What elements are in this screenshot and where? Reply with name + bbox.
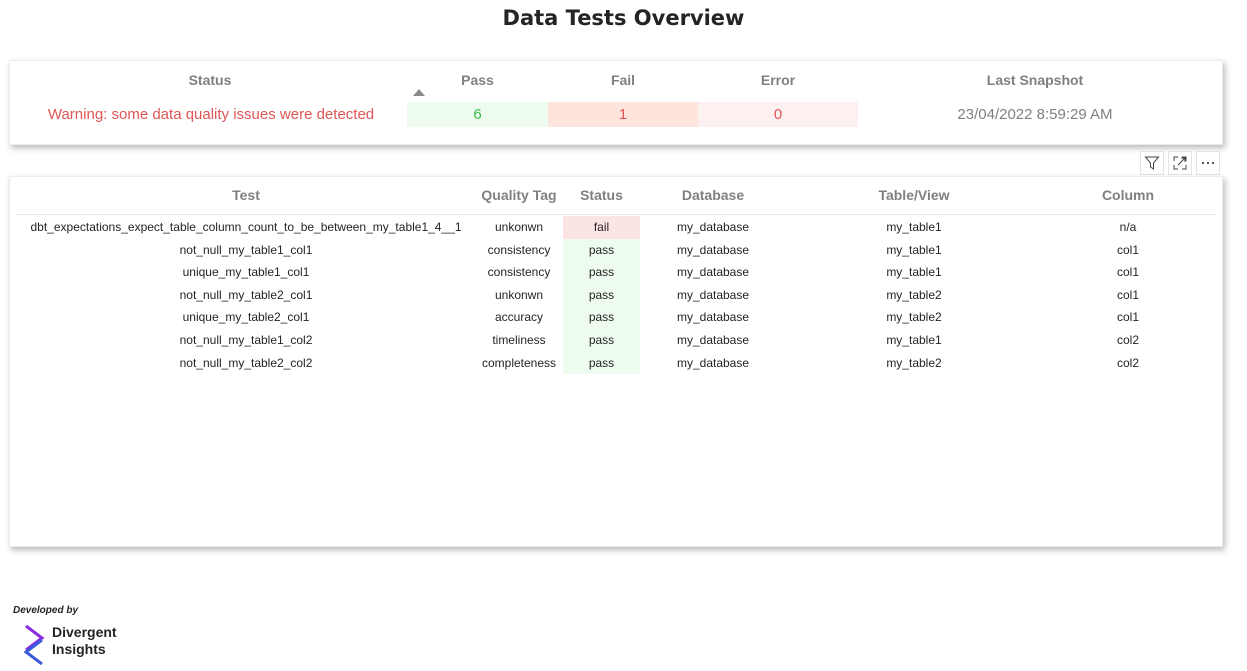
cell-test: not_null_my_table1_col1: [179, 242, 313, 257]
brand-name: Divergent Insights: [52, 624, 117, 658]
cell-column: col2: [1116, 332, 1139, 347]
cell-status: fail: [563, 216, 640, 239]
tests-table-card: Test Quality Tag Status Database Table/V…: [9, 176, 1223, 547]
table-row[interactable]: not_null_my_table2_col2 completeness pas…: [10, 351, 1222, 375]
cell-table-view: my_table2: [886, 287, 942, 302]
cell-quality-tag: consistency: [487, 265, 551, 280]
cell-status: pass: [563, 351, 640, 375]
cell-quality-tag: accuracy: [494, 310, 544, 325]
brand-line-2: Insights: [52, 641, 106, 657]
developed-by-label: Developed by: [13, 605, 79, 616]
cell-status: pass: [563, 328, 640, 352]
table-row[interactable]: unique_my_table1_col1 consistency pass m…: [10, 261, 1222, 284]
table-row[interactable]: not_null_my_table1_col1 consistency pass…: [10, 238, 1222, 262]
cell-column: col1: [1116, 287, 1139, 302]
cell-test: dbt_expectations_expect_table_column_cou…: [30, 220, 462, 234]
cell-database: my_database: [676, 355, 750, 370]
table-row[interactable]: dbt_expectations_expect_table_column_cou…: [10, 216, 1222, 239]
brand-line-1: Divergent: [52, 624, 117, 640]
focus-mode-icon[interactable]: [1168, 151, 1192, 175]
column-header-table-view[interactable]: Table/View: [844, 187, 984, 203]
column-header-quality-tag[interactable]: Quality Tag: [472, 187, 566, 203]
cell-table-view: my_table2: [886, 355, 942, 370]
table-body: dbt_expectations_expect_table_column_cou…: [10, 216, 1222, 375]
column-header-status[interactable]: Status: [563, 187, 640, 203]
cell-column: col1: [1116, 265, 1139, 280]
filter-icon[interactable]: [1140, 151, 1164, 175]
table-row[interactable]: unique_my_table2_col1 accuracy pass my_d…: [10, 306, 1222, 329]
cell-database: my_database: [676, 265, 750, 280]
summary-card: Status Pass Fail Error Last Snapshot War…: [9, 60, 1223, 145]
status-header[interactable]: Status: [120, 72, 300, 88]
error-header[interactable]: Error: [698, 72, 858, 88]
cell-column: col1: [1116, 310, 1139, 325]
cell-test: unique_my_table1_col1: [182, 265, 310, 280]
cell-quality-tag: timeliness: [492, 332, 546, 347]
cell-status: pass: [563, 238, 640, 262]
column-header-test[interactable]: Test: [20, 187, 472, 203]
cell-test: not_null_my_table1_col2: [179, 332, 313, 347]
divergent-insights-logo-icon: [22, 624, 48, 671]
cell-test: not_null_my_table2_col2: [179, 355, 313, 370]
cell-test: not_null_my_table2_col1: [179, 287, 313, 302]
cell-status: pass: [563, 261, 640, 284]
fail-header[interactable]: Fail: [548, 72, 698, 88]
error-count: 0: [698, 102, 858, 127]
cell-column: col2: [1116, 355, 1139, 370]
cell-database: my_database: [676, 287, 750, 302]
cell-table-view: my_table1: [886, 332, 942, 347]
pass-header[interactable]: Pass: [407, 72, 548, 88]
cell-status: pass: [563, 306, 640, 329]
cell-column: col1: [1116, 242, 1139, 257]
table-row[interactable]: not_null_my_table2_col1 unkonwn pass my_…: [10, 283, 1222, 307]
cell-quality-tag: unkonwn: [494, 220, 544, 234]
cell-quality-tag: consistency: [487, 242, 551, 257]
status-warning-text: Warning: some data quality issues were d…: [47, 106, 375, 123]
cell-table-view: my_table1: [886, 265, 942, 280]
cell-quality-tag: completeness: [481, 355, 557, 370]
more-options-icon[interactable]: [1196, 151, 1220, 175]
cell-database: my_database: [676, 310, 750, 325]
cell-table-view: my_table1: [886, 242, 942, 257]
cell-database: my_database: [676, 220, 750, 234]
cell-column: n/a: [1119, 220, 1137, 234]
last-snapshot-header[interactable]: Last Snapshot: [910, 72, 1160, 88]
header-divider: [16, 214, 1216, 215]
column-header-column[interactable]: Column: [1068, 187, 1188, 203]
table-row[interactable]: not_null_my_table1_col2 timeliness pass …: [10, 328, 1222, 352]
cell-quality-tag: unkonwn: [494, 287, 544, 302]
sort-ascending-icon[interactable]: [413, 89, 425, 96]
column-header-database[interactable]: Database: [653, 187, 773, 203]
cell-table-view: my_table2: [886, 310, 942, 325]
cell-status: pass: [563, 283, 640, 307]
cell-database: my_database: [676, 332, 750, 347]
pass-count: 6: [407, 102, 548, 127]
visual-header-toolbar: [1140, 151, 1220, 175]
page-title: Data Tests Overview: [502, 6, 745, 30]
cell-database: my_database: [676, 242, 750, 257]
cell-table-view: my_table1: [886, 220, 942, 234]
last-snapshot-value: 23/04/2022 8:59:29 AM: [957, 106, 1113, 123]
fail-count: 1: [548, 102, 698, 127]
cell-test: unique_my_table2_col1: [182, 310, 310, 325]
